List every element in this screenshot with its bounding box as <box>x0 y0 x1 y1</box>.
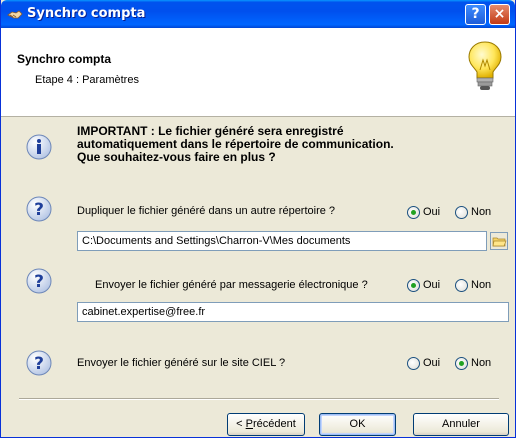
question-1-label: Dupliquer le fichier généré dans un autr… <box>77 205 336 217</box>
question-icon: ? <box>26 196 52 222</box>
question-icon: ? <box>26 268 52 294</box>
cancel-button[interactable]: Annuler <box>413 413 509 436</box>
previous-prefix: < <box>236 418 246 430</box>
previous-button[interactable]: < Précédent <box>227 413 305 436</box>
question-2-non-radio[interactable] <box>455 279 468 292</box>
question-icon: ? <box>26 350 52 376</box>
svg-text:?: ? <box>34 354 44 374</box>
title-bar[interactable]: Synchro compta ? × <box>1 0 515 28</box>
lightbulb-icon <box>468 41 502 90</box>
ok-button[interactable]: OK <box>319 413 396 436</box>
question-2-oui-radio[interactable] <box>407 279 420 292</box>
wizard-header: Synchro compta Etape 4 : Paramètres <box>1 28 515 117</box>
question-3-oui-radio[interactable] <box>407 357 420 370</box>
window-title: Synchro compta <box>27 6 146 21</box>
svg-text:?: ? <box>34 200 44 220</box>
wizard-title: Synchro compta <box>17 52 112 66</box>
separator-line <box>19 398 499 400</box>
question-1-non-label[interactable]: Non <box>471 206 491 218</box>
question-2-non-label[interactable]: Non <box>471 279 491 291</box>
folder-browse-icon[interactable] <box>490 232 508 250</box>
close-button[interactable]: × <box>489 4 510 25</box>
wizard-step: Etape 4 : Paramètres <box>35 74 139 86</box>
question-3-non-radio[interactable] <box>455 357 468 370</box>
question-3-oui-label[interactable]: Oui <box>423 357 440 369</box>
handshake-icon <box>7 10 23 19</box>
question-2-label: Envoyer le fichier généré par messagerie… <box>95 279 368 291</box>
previous-accelerator: P <box>245 418 253 430</box>
question-2-oui-label[interactable]: Oui <box>423 279 440 291</box>
email-address-input[interactable]: cabinet.expertise@free.fr <box>77 302 509 322</box>
previous-rest: récédent <box>253 418 296 430</box>
directory-path-input[interactable]: C:\Documents and Settings\Charron-V\Mes … <box>77 231 487 251</box>
question-1-non-radio[interactable] <box>455 206 468 219</box>
help-button[interactable]: ? <box>465 4 486 25</box>
question-3-label: Envoyer le fichier généré sur le site CI… <box>77 357 286 369</box>
synchro-compta-dialog: Synchro compta ? × Synchro compta Etape … <box>0 0 516 438</box>
question-1-oui-label[interactable]: Oui <box>423 206 440 218</box>
info-line-3: Que souhaitez-vous faire en plus ? <box>77 150 276 164</box>
info-icon <box>26 134 52 160</box>
question-1-oui-radio[interactable] <box>407 206 420 219</box>
wizard-content: IMPORTANT : Le fichier généré sera enreg… <box>1 117 515 437</box>
question-3-non-label[interactable]: Non <box>471 357 491 369</box>
svg-text:?: ? <box>34 272 44 292</box>
